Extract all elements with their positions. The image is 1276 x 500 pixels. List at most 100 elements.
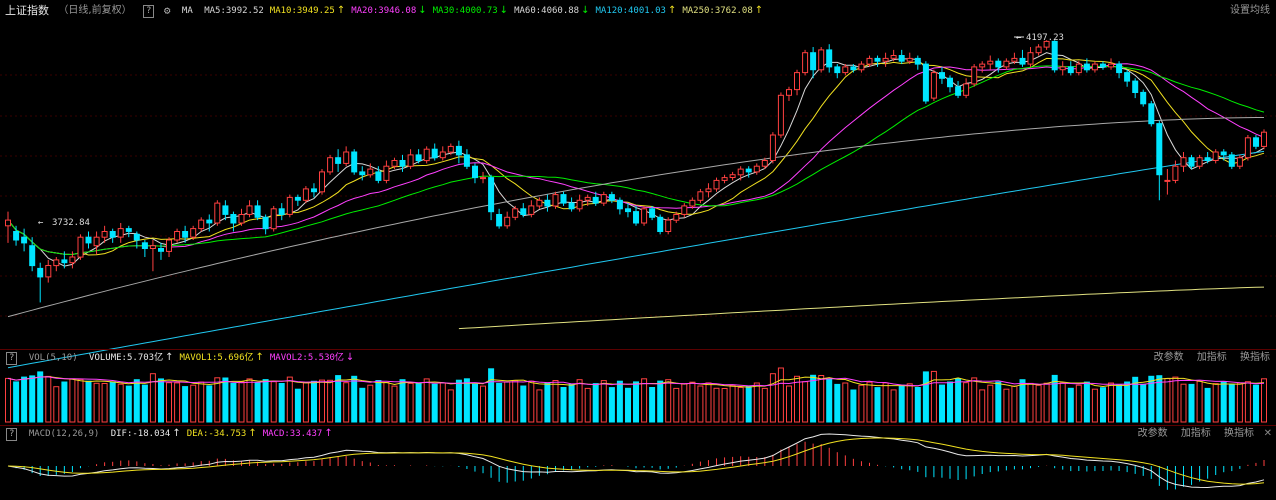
- volume-bar: [21, 376, 28, 423]
- down-candle: [616, 199, 623, 210]
- up-candle: [367, 168, 374, 176]
- up-candle: [1091, 63, 1098, 71]
- volume-bar: [343, 382, 350, 423]
- volume-bar: [45, 375, 52, 423]
- switch-indicator-button[interactable]: 换指标: [1224, 426, 1254, 442]
- down-candle: [472, 165, 478, 179]
- volume-bar: [29, 375, 36, 423]
- volume-bar: [37, 371, 44, 423]
- up-candle: [1003, 60, 1010, 68]
- volume-bar: [335, 375, 342, 423]
- up-candle: [5, 219, 11, 227]
- indicator-value: MA30:4000.73: [432, 6, 498, 16]
- volume-bar: [117, 383, 124, 423]
- volume-bar: [206, 385, 213, 423]
- up-candle: [480, 177, 486, 180]
- down-candle: [29, 245, 36, 267]
- volume-bar: [858, 384, 865, 423]
- up-arrow-icon: ↑: [336, 5, 346, 16]
- add-indicator-button[interactable]: 加指标: [1197, 350, 1227, 366]
- down-candle: [455, 145, 462, 156]
- volume-bar: [375, 380, 382, 423]
- down-candle: [61, 259, 68, 264]
- volume-bar: [697, 385, 704, 423]
- up-candle: [963, 83, 970, 96]
- volume-bar: [818, 375, 825, 423]
- up-arrow-icon: ↑: [255, 352, 264, 363]
- volume-bar: [101, 383, 108, 423]
- down-candle: [1083, 63, 1090, 71]
- volume-bar: [222, 377, 229, 423]
- down-candle: [850, 66, 857, 71]
- up-candle: [761, 160, 768, 167]
- down-candle: [1019, 57, 1026, 65]
- volume-bar: [802, 381, 809, 423]
- up-arrow-icon: ↑: [248, 428, 257, 439]
- gear-icon[interactable]: ⚙: [164, 3, 171, 19]
- volume-bar: [850, 389, 857, 423]
- add-indicator-button[interactable]: 加指标: [1181, 426, 1211, 442]
- vol-name[interactable]: VOL(5,10): [29, 350, 78, 366]
- volume-bar: [439, 382, 446, 423]
- volume-bar: [576, 379, 583, 423]
- down-candle: [13, 231, 20, 241]
- help-icon[interactable]: ?: [6, 352, 18, 365]
- volume-bar: [230, 382, 237, 423]
- volume-bar: [431, 383, 438, 423]
- up-candle: [1035, 46, 1042, 54]
- volume-bar: [922, 371, 929, 423]
- down-candle: [37, 267, 44, 278]
- volume-bar: [13, 381, 20, 423]
- help-icon[interactable]: ?: [143, 5, 155, 18]
- up-candle: [319, 171, 325, 193]
- switch-indicator-button[interactable]: 换指标: [1240, 350, 1270, 366]
- down-candle: [85, 236, 92, 244]
- settings-ma-button[interactable]: 设置均线: [1230, 3, 1270, 19]
- dif-line: [7, 433, 1265, 489]
- volume-bar: [214, 377, 221, 423]
- up-candle: [1196, 157, 1203, 167]
- macd-name[interactable]: MACD(12,26,9): [29, 426, 99, 442]
- down-candle: [109, 231, 116, 238]
- down-candle: [1051, 40, 1058, 71]
- close-icon[interactable]: ✕: [1264, 426, 1272, 442]
- volume-bar: [69, 378, 76, 423]
- volume-bar: [254, 382, 261, 423]
- volume-bar: [1043, 382, 1050, 423]
- volume-bar: [979, 389, 986, 423]
- volume-bar: [898, 384, 905, 423]
- period-subtitle[interactable]: （日线,前复权）: [58, 3, 131, 19]
- volume-bar: [1083, 381, 1090, 423]
- down-candle: [158, 248, 164, 252]
- volume-bar: [5, 377, 11, 423]
- macd-header: ? MACD(12,26,9) DIF:-18.034 ↑ DEA:-34.753 ↑…: [0, 426, 1276, 442]
- volume-bar: [1124, 381, 1131, 423]
- help-icon[interactable]: ?: [6, 428, 18, 441]
- index-title[interactable]: 上证指数: [5, 3, 49, 19]
- volume-bar: [391, 385, 398, 423]
- volume-bar: [327, 379, 334, 423]
- up-candle: [1059, 66, 1066, 71]
- high-arrow: ←: [1016, 33, 1022, 43]
- down-candle: [133, 233, 140, 241]
- up-candle: [528, 205, 535, 215]
- down-candle: [560, 194, 567, 204]
- change-params-button[interactable]: 改参数: [1154, 350, 1184, 366]
- down-candle: [278, 208, 285, 216]
- up-arrow-icon: ↑: [165, 352, 174, 363]
- up-candle: [166, 239, 172, 252]
- volume-bar: [786, 385, 792, 423]
- volume-bar: [721, 388, 728, 423]
- up-candle: [753, 165, 760, 173]
- dea-line: [7, 437, 1265, 485]
- volume-bar: [1253, 384, 1259, 423]
- low-arrow: ←: [38, 218, 44, 228]
- volume-bar: [246, 378, 253, 423]
- up-candle: [69, 256, 76, 264]
- up-candle: [681, 205, 688, 215]
- volume-bar: [745, 385, 752, 423]
- macd-indicator-list: DIF:-18.034 ↑ DEA:-34.753 ↑ MACD:33.437 ↑: [105, 426, 333, 442]
- volume-bar: [1051, 374, 1058, 423]
- volume-bar: [399, 379, 406, 423]
- change-params-button[interactable]: 改参数: [1138, 426, 1168, 442]
